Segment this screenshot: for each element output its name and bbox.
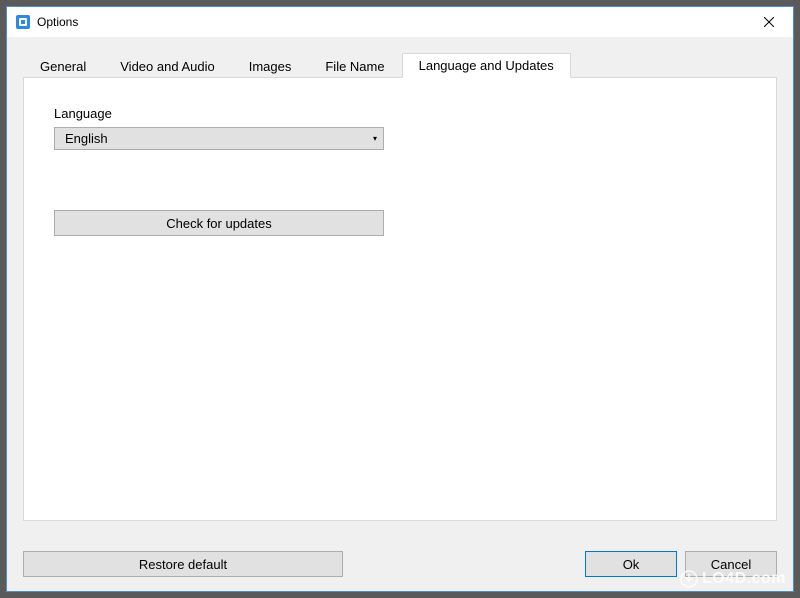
language-value: English <box>65 131 108 146</box>
tab-language-updates[interactable]: Language and Updates <box>402 53 571 78</box>
check-updates-label: Check for updates <box>166 216 272 231</box>
footer-left: Restore default <box>23 551 343 577</box>
dialog-footer: Restore default Ok Cancel <box>23 551 777 577</box>
titlebar: Options <box>7 7 793 37</box>
tab-file-name[interactable]: File Name <box>308 54 401 78</box>
close-icon <box>764 17 774 27</box>
tab-video-audio[interactable]: Video and Audio <box>103 54 231 78</box>
app-icon <box>15 14 31 30</box>
restore-default-label: Restore default <box>139 557 227 572</box>
window-title: Options <box>37 15 78 29</box>
chevron-down-icon: ▾ <box>373 134 377 143</box>
footer-right: Ok Cancel <box>585 551 777 577</box>
options-dialog: Options General Video and Audio Images F… <box>6 6 794 592</box>
check-updates-button[interactable]: Check for updates <box>54 210 384 236</box>
ok-button[interactable]: Ok <box>585 551 677 577</box>
ok-label: Ok <box>623 557 640 572</box>
tab-general[interactable]: General <box>23 54 103 78</box>
tab-images[interactable]: Images <box>232 54 309 78</box>
dialog-content: General Video and Audio Images File Name… <box>7 37 793 591</box>
close-button[interactable] <box>749 9 789 35</box>
cancel-button[interactable]: Cancel <box>685 551 777 577</box>
language-dropdown[interactable]: English ▾ <box>54 127 384 150</box>
cancel-label: Cancel <box>711 557 751 572</box>
language-label: Language <box>54 106 746 121</box>
tabpanel-language-updates: Language English ▾ Check for updates <box>23 77 777 521</box>
restore-default-button[interactable]: Restore default <box>23 551 343 577</box>
tabstrip: General Video and Audio Images File Name… <box>23 51 777 77</box>
